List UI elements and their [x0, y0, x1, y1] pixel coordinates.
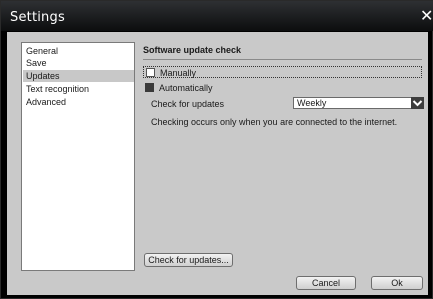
settings-nav-list: General Save Updates Text recognition Ad…: [21, 42, 135, 271]
section-divider: [143, 59, 422, 60]
section-title: Software update check: [143, 45, 242, 55]
cancel-button[interactable]: Cancel: [296, 276, 356, 290]
chevron-down-icon[interactable]: [411, 97, 424, 109]
title-bar: Settings ✕: [1, 1, 433, 31]
dialog-body: General Save Updates Text recognition Ad…: [7, 32, 428, 295]
frequency-label: Check for updates: [151, 99, 225, 109]
frequency-select[interactable]: Weekly: [293, 97, 424, 109]
manual-option[interactable]: Manually: [143, 66, 422, 78]
automatic-option-label: Automatically: [159, 83, 213, 93]
sidebar-item-updates[interactable]: Updates: [23, 70, 134, 82]
ok-button[interactable]: Ok: [371, 276, 423, 290]
automatic-radio[interactable]: [145, 83, 154, 92]
sidebar-item-advanced[interactable]: Advanced: [23, 96, 134, 108]
sidebar-item-save[interactable]: Save: [23, 57, 134, 69]
sidebar-item-general[interactable]: General: [23, 45, 134, 57]
connection-note: Checking occurs only when you are connec…: [151, 117, 398, 127]
sidebar-item-text-recognition[interactable]: Text recognition: [23, 83, 134, 95]
close-icon[interactable]: ✕: [420, 8, 433, 24]
manual-option-label: Manually: [160, 68, 197, 78]
check-for-updates-button[interactable]: Check for updates...: [144, 253, 233, 267]
updates-pane: Software update check Manually Automatic…: [141, 32, 426, 295]
manual-radio[interactable]: [146, 68, 155, 77]
frequency-select-value: Weekly: [297, 98, 327, 108]
settings-window: Settings ✕ General Save Updates Text rec…: [0, 0, 433, 299]
window-title: Settings: [10, 10, 65, 25]
